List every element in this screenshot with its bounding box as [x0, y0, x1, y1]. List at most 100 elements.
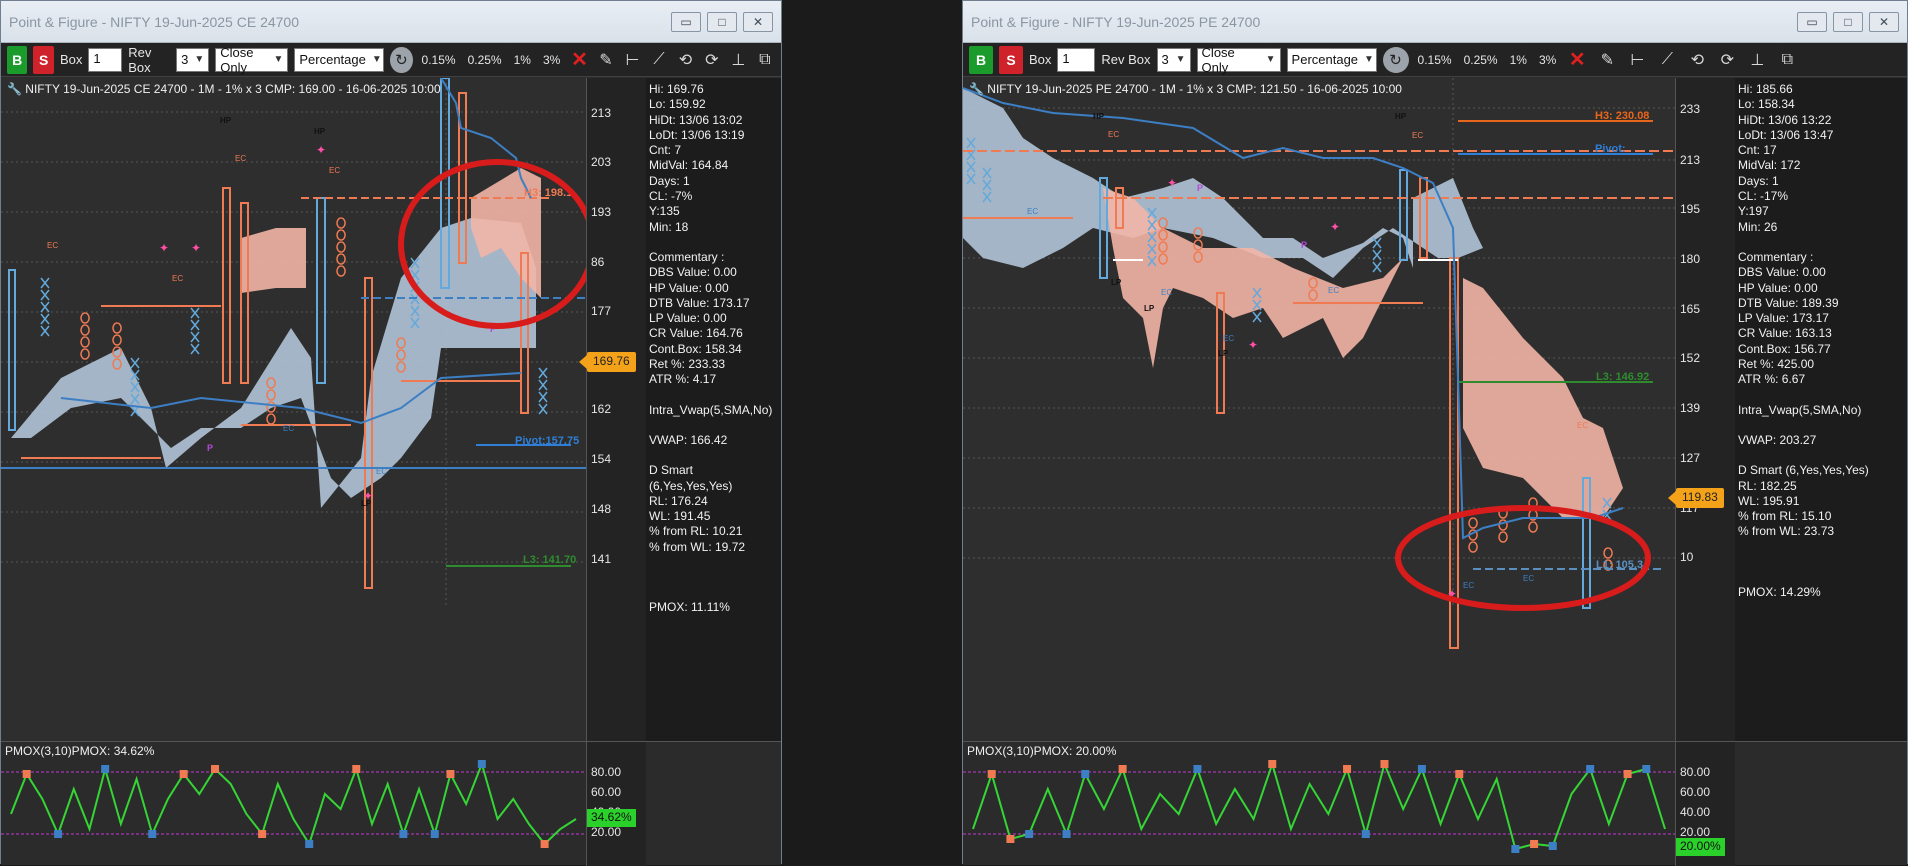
pmox-line: [10, 760, 577, 847]
stat-days: Days: 1: [649, 173, 690, 188]
y-tick: 86: [591, 255, 605, 269]
pmox-signal-marker: [211, 765, 220, 773]
box-input[interactable]: 1: [1057, 47, 1096, 72]
pmox-line: [972, 760, 1666, 851]
star-marker: ✦: [191, 241, 201, 255]
pnf-plot: H3: 230.08 Pivot: L3: 146.92 L1: 105.34 …: [963, 78, 1675, 649]
minimize-button[interactable]: ▭: [1797, 11, 1827, 32]
ec-marker: EC: [172, 274, 183, 283]
wrench-icon: 🔧: [7, 82, 22, 96]
pmox-signal-marker: [1548, 842, 1557, 850]
ec-marker: EC: [1577, 421, 1588, 430]
stat-cl: CL: -7%: [649, 189, 693, 204]
stat-midval: MidVal: 172: [1738, 158, 1801, 173]
pmox-plot: [1, 760, 586, 848]
maximize-button[interactable]: □: [707, 11, 737, 32]
pencil-icon[interactable]: ✎: [596, 50, 616, 70]
pmox-panel[interactable]: PMOX(3,10)PMOX: 20.00% 80.00 60.00 40.00…: [963, 741, 1907, 866]
anchor-icon[interactable]: ⊥: [1745, 50, 1769, 70]
p-marker: P: [1301, 240, 1307, 250]
chart-title: 🔧 NIFTY 19-Jun-2025 PE 24700 - 1M - 1% x…: [969, 82, 1402, 96]
buy-button[interactable]: B: [969, 45, 993, 74]
p-marker: P: [207, 443, 213, 453]
rotate-right-45-icon[interactable]: ⟳: [702, 50, 722, 70]
pnf-chart[interactable]: 🔧 NIFTY 19-Jun-2025 PE 24700 - 1M - 1% x…: [963, 78, 1907, 741]
chart-title-text: NIFTY 19-Jun-2025 CE 24700 - 1M - 1% x 3…: [25, 82, 441, 96]
star-marker: ✦: [1167, 176, 1177, 190]
pct-button-015[interactable]: 0.15%: [1415, 53, 1455, 67]
minimize-button[interactable]: ▭: [671, 11, 701, 32]
pct-button-025[interactable]: 0.25%: [1461, 53, 1501, 67]
horizontal-line-icon[interactable]: ⊢: [622, 50, 642, 70]
rev-box-select[interactable]: 3 ▼: [1156, 47, 1191, 72]
y-tick: 162: [591, 402, 612, 416]
pct-button-3[interactable]: 3%: [540, 53, 563, 67]
pmox-signal-marker: [1118, 765, 1127, 773]
clear-icon[interactable]: ✕: [569, 47, 589, 72]
y-tick: 154: [591, 452, 612, 466]
export-icon[interactable]: ⧉: [755, 51, 775, 69]
buy-button[interactable]: B: [7, 45, 28, 74]
pct-button-025[interactable]: 0.25%: [465, 53, 505, 67]
anchor-icon[interactable]: ⊥: [728, 50, 748, 70]
export-icon[interactable]: ⧉: [1775, 51, 1799, 69]
commentary-line: DTB Value: 173.17: [649, 295, 750, 310]
pct-button-3[interactable]: 3%: [1536, 53, 1559, 67]
trendline-icon[interactable]: ⟋: [1655, 51, 1679, 69]
rotate-right-45-icon[interactable]: ⟳: [1715, 50, 1739, 70]
ec-marker: EC: [329, 166, 340, 175]
star-marker: ✦: [363, 489, 373, 503]
clear-icon[interactable]: ✕: [1565, 47, 1589, 72]
y-tick: 177: [591, 304, 612, 318]
pivot-label: Pivot:: [1595, 143, 1626, 155]
pmox-signal-marker: [1025, 830, 1034, 838]
horizontal-line-icon[interactable]: ⊢: [1625, 50, 1649, 70]
mode-select[interactable]: Close Only ▼: [1196, 45, 1281, 75]
star-marker: ✦: [159, 241, 169, 255]
scale-select[interactable]: Percentage ▼: [294, 47, 385, 72]
sell-button[interactable]: S: [999, 45, 1023, 74]
refresh-icon[interactable]: ↻: [390, 46, 413, 73]
lp-marker: LP: [1144, 304, 1155, 313]
refresh-icon[interactable]: ↻: [1382, 46, 1409, 73]
close-button[interactable]: ✕: [1869, 11, 1899, 32]
commentary-line: HP Value: 0.00: [649, 280, 729, 295]
pnf-chart[interactable]: 🔧 NIFTY 19-Jun-2025 CE 24700 - 1M - 1% x…: [1, 78, 781, 741]
close-button[interactable]: ✕: [743, 11, 773, 32]
rotate-left-45-icon[interactable]: ⟲: [675, 50, 695, 70]
pmox-axis: 80.00 60.00 40.00 20.00 20.00%: [1675, 742, 1735, 866]
box-label: Box: [1029, 52, 1052, 67]
rev-box-select[interactable]: 3 ▼: [176, 47, 210, 72]
pmox-signal-marker: [179, 770, 188, 778]
o-column: [1498, 507, 1508, 543]
pmox-plot: [963, 760, 1675, 853]
trendline-icon[interactable]: ⟋: [649, 51, 669, 69]
box-input[interactable]: 1: [88, 47, 123, 72]
mode-select[interactable]: Close Only ▼: [215, 45, 289, 75]
pmox-signal-marker: [1062, 830, 1071, 838]
hp-marker: HP: [220, 116, 232, 125]
maximize-button[interactable]: □: [1833, 11, 1863, 32]
dsmart-header: D Smart (6,Yes,Yes,Yes): [1738, 463, 1869, 478]
scale-select[interactable]: Percentage ▼: [1286, 47, 1377, 72]
pct-button-015[interactable]: 0.15%: [419, 53, 459, 67]
chevron-down-icon: ▼: [1364, 54, 1374, 65]
pivot-label: Pivot:157.75: [515, 435, 579, 447]
dsmart-line: % from RL: 15.10: [1738, 509, 1832, 524]
pct-button-1[interactable]: 1%: [511, 53, 534, 67]
stat-y: Y:135: [649, 204, 680, 219]
commentary-line: Ret %: 233.33: [649, 357, 726, 372]
title-bar[interactable]: Point & Figure - NIFTY 19-Jun-2025 PE 24…: [963, 1, 1907, 43]
sell-button[interactable]: S: [33, 45, 54, 74]
pmox-signal-marker: [148, 830, 157, 838]
pct-button-1[interactable]: 1%: [1507, 53, 1530, 67]
rotate-left-45-icon[interactable]: ⟲: [1685, 50, 1709, 70]
stat-lo: Lo: 158.34: [1738, 97, 1795, 112]
pmox-panel[interactable]: PMOX(3,10)PMOX: 34.62% 80.00 60.00 40.00…: [1, 741, 781, 866]
pmox-signal-marker: [446, 770, 455, 778]
stat-lodt: LoDt: 13/06 13:19: [649, 127, 745, 142]
title-bar[interactable]: Point & Figure - NIFTY 19-Jun-2025 CE 24…: [1, 1, 781, 43]
price-axis: 233 213 195 180 165 152 139 127 117 10 1…: [1668, 78, 1735, 741]
column-box: [8, 269, 16, 431]
pencil-icon[interactable]: ✎: [1595, 50, 1619, 70]
